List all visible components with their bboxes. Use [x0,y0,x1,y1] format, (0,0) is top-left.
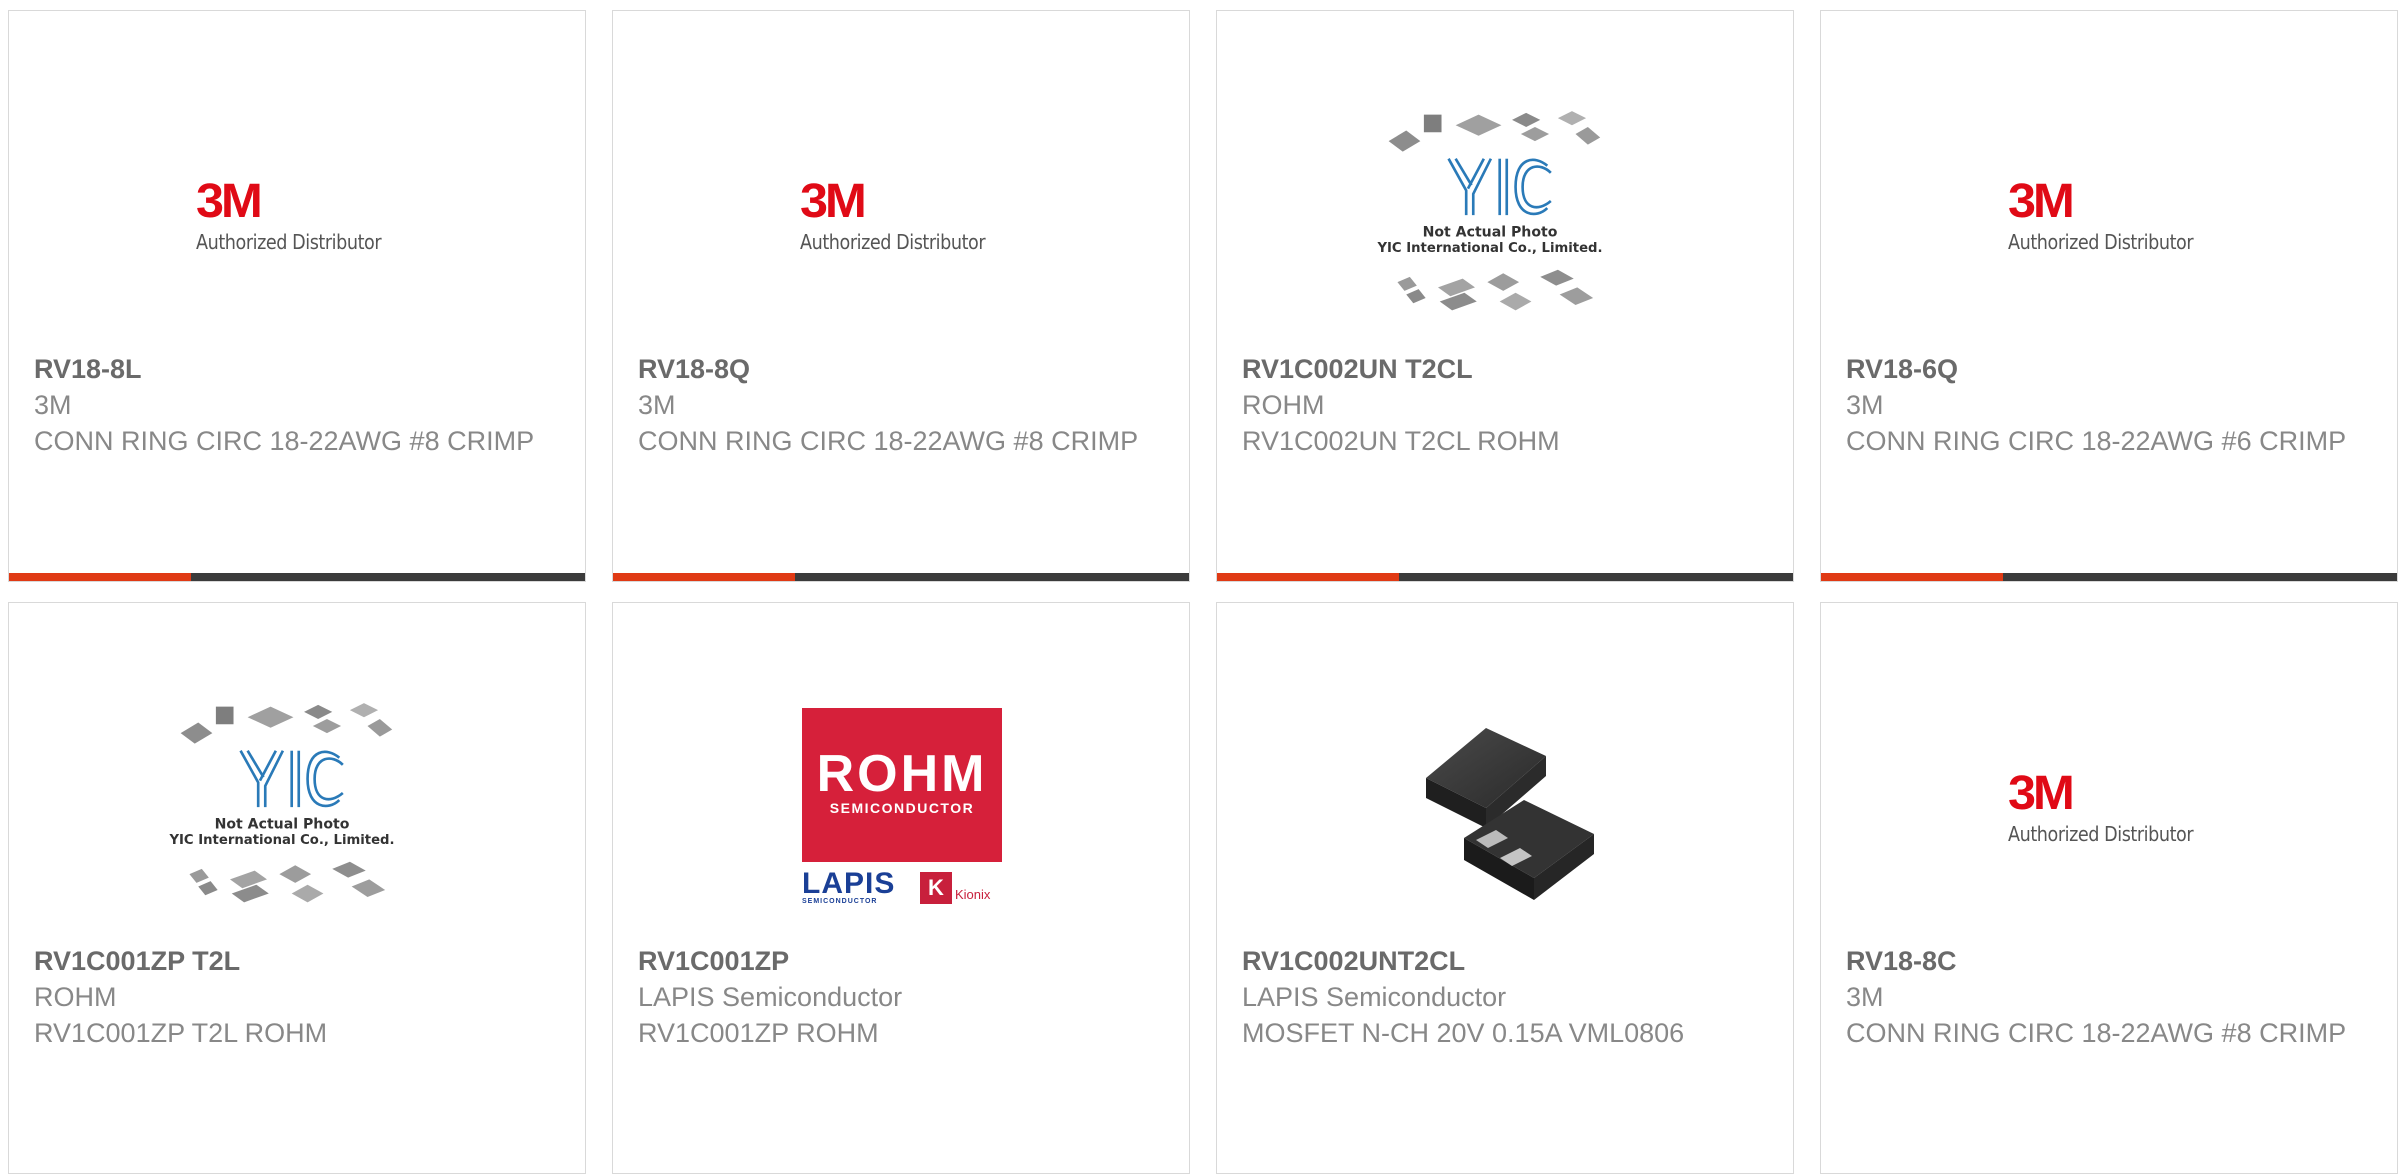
3m-logo-mark: 3M [2008,175,2075,228]
product-card[interactable]: ROHM SEMICONDUCTOR LAPIS SEMICONDUCTOR K… [612,602,1190,1174]
product-card[interactable]: 3M Authorized Distributor RV18-8Q 3M CON… [612,10,1190,582]
3m-logo-subtitle: Authorized Distributor [2008,822,2194,846]
product-card[interactable]: Not Actual Photo YIC International Co., … [8,602,586,1174]
rohm-logo-subtitle: SEMICONDUCTOR [829,800,975,816]
description: CONN RING CIRC 18-22AWG #8 CRIMP [1846,1018,2347,1048]
yic-line1: Not Actual Photo [215,816,350,832]
rohm-logo-mark: ROHM [816,745,988,803]
manufacturer: 3M [638,390,676,420]
rohm-logo: ROHM SEMICONDUCTOR LAPIS SEMICONDUCTOR K… [802,708,1002,908]
card-progress-bar [1821,573,2397,581]
product-info: RV1C001ZP T2L ROHM RV1C001ZP T2L ROHM [34,943,560,1051]
card-bar-accent [1821,573,2003,581]
3m-logo-subtitle: Authorized Distributor [196,230,382,254]
manufacturer: 3M [1846,390,1884,420]
product-info: RV18-8Q 3M CONN RING CIRC 18-22AWG #8 CR… [638,351,1164,459]
card-progress-bar [1217,573,1793,581]
description: RV1C001ZP ROHM [638,1018,879,1048]
part-number[interactable]: RV18-6Q [1846,351,2372,387]
product-info: RV1C001ZP LAPIS Semiconductor RV1C001ZP … [638,943,1164,1051]
3m-logo-subtitle: Authorized Distributor [2008,230,2194,254]
card-bar-accent [613,573,795,581]
description: RV1C002UN T2CL ROHM [1242,426,1560,456]
part-number[interactable]: RV1C001ZP [638,943,1164,979]
part-number[interactable]: RV18-8C [1846,943,2372,979]
product-info: RV18-6Q 3M CONN RING CIRC 18-22AWG #6 CR… [1846,351,2372,459]
product-image[interactable]: ROHM SEMICONDUCTOR LAPIS SEMICONDUCTOR K… [799,683,1005,933]
yic-placeholder-image: Not Actual Photo YIC International Co., … [1376,111,1603,311]
product-card[interactable]: Not Actual Photo YIC International Co., … [1216,10,1794,582]
manufacturer: LAPIS Semiconductor [1242,982,1507,1012]
manufacturer: ROHM [34,982,117,1012]
card-bar-accent [9,573,191,581]
lapis-logo-mark: LAPIS [802,867,896,900]
3m-logo: 3M Authorized Distributor [2006,770,2214,847]
chip-photo [1426,728,1594,900]
manufacturer: 3M [1846,982,1884,1012]
3m-logo-subtitle: Authorized Distributor [800,230,986,254]
description: CONN RING CIRC 18-22AWG #8 CRIMP [638,426,1139,456]
card-progress-bar [613,573,1189,581]
3m-logo-mark: 3M [2008,767,2075,820]
product-grid: 3M Authorized Distributor RV18-8L 3M CON… [8,10,2400,1174]
yic-placeholder-image: Not Actual Photo YIC International Co., … [168,703,395,903]
3m-logo: 3M Authorized Distributor [194,178,402,255]
part-number[interactable]: RV18-8L [34,351,560,387]
product-card[interactable]: 3M Authorized Distributor RV18-6Q 3M CON… [1820,10,2398,582]
product-info: RV1C002UN T2CL ROHM RV1C002UN T2CL ROHM [1242,351,1768,459]
product-image[interactable] [1403,683,1609,933]
part-number[interactable]: RV1C001ZP T2L [34,943,560,979]
description: CONN RING CIRC 18-22AWG #6 CRIMP [1846,426,2347,456]
product-card[interactable]: RV1C002UNT2CL LAPIS Semiconductor MOSFET… [1216,602,1794,1174]
product-info: RV18-8L 3M CONN RING CIRC 18-22AWG #8 CR… [34,351,560,459]
part-number[interactable]: RV1C002UNT2CL [1242,943,1768,979]
3m-logo: 3M Authorized Distributor [2006,178,2214,255]
yic-line2: YIC International Co., Limited. [1376,241,1602,256]
manufacturer: ROHM [1242,390,1325,420]
manufacturer: LAPIS Semiconductor [638,982,903,1012]
part-number[interactable]: RV18-8Q [638,351,1164,387]
product-image[interactable]: 3M Authorized Distributor [2007,91,2213,341]
card-progress-bar [9,573,585,581]
card-bar-accent [1217,573,1399,581]
kionix-icon: K [920,872,952,904]
manufacturer: 3M [34,390,72,420]
product-info: RV18-8C 3M CONN RING CIRC 18-22AWG #8 CR… [1846,943,2372,1051]
3m-logo-mark: 3M [800,175,867,228]
description: CONN RING CIRC 18-22AWG #8 CRIMP [34,426,535,456]
product-image[interactable]: 3M Authorized Distributor [2007,683,2213,933]
yic-line1: Not Actual Photo [1423,224,1558,240]
product-image[interactable]: 3M Authorized Distributor [799,91,1005,341]
lapis-logo: LAPIS SEMICONDUCTOR [802,867,896,906]
product-image[interactable]: Not Actual Photo YIC International Co., … [1376,91,1609,341]
3m-logo: 3M Authorized Distributor [798,178,1006,255]
product-card[interactable]: 3M Authorized Distributor RV18-8C 3M CON… [1820,602,2398,1174]
3m-logo-mark: 3M [196,175,263,228]
yic-line2: YIC International Co., Limited. [168,833,394,848]
description: RV1C001ZP T2L ROHM [34,1018,328,1048]
product-info: RV1C002UNT2CL LAPIS Semiconductor MOSFET… [1242,943,1768,1051]
product-card[interactable]: 3M Authorized Distributor RV18-8L 3M CON… [8,10,586,582]
product-image[interactable]: Not Actual Photo YIC International Co., … [168,683,401,933]
description: MOSFET N-CH 20V 0.15A VML0806 [1242,1018,1685,1048]
kionix-logo-text: Kionix [955,886,991,902]
part-number[interactable]: RV1C002UN T2CL [1242,351,1768,387]
kionix-logo: K Kionix [920,870,1002,906]
rohm-logo-block: ROHM SEMICONDUCTOR [802,708,1002,862]
product-image[interactable]: 3M Authorized Distributor [195,91,401,341]
